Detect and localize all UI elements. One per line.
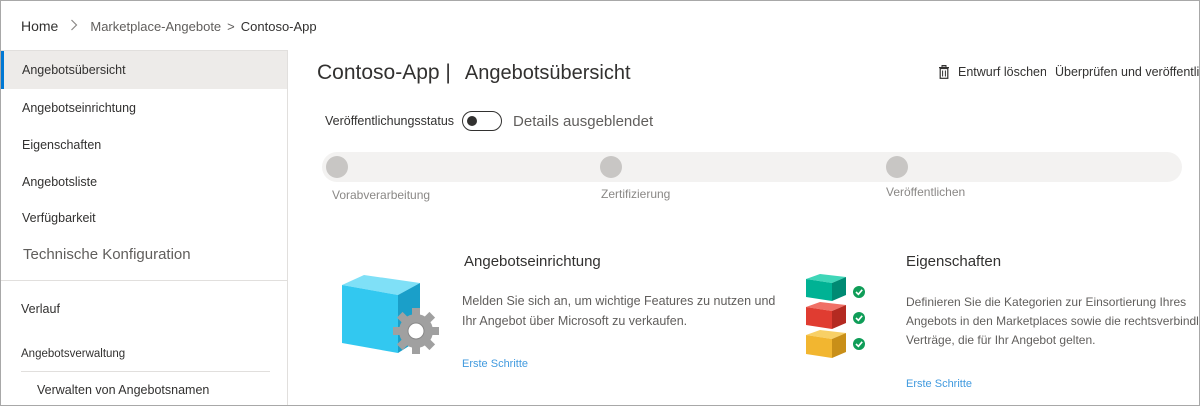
- sidebar-item-history[interactable]: Verlauf: [1, 302, 287, 316]
- breadcrumb-current[interactable]: Contoso-App: [241, 19, 317, 34]
- trash-icon: [939, 65, 949, 79]
- breadcrumb-marketplace-offers[interactable]: Marketplace-Angebote: [90, 19, 221, 34]
- page-title: Contoso-App | Angebotsübersicht: [317, 61, 631, 85]
- step-dot-certification: [600, 156, 622, 178]
- card-properties-description: Definieren Sie die Kategorien zur Einsor…: [906, 293, 1200, 350]
- step-dot-publish: [886, 156, 908, 178]
- sidebar-item-technical-configuration[interactable]: Technische Konfiguration: [1, 246, 287, 263]
- card-properties-title: Eigenschaften: [906, 253, 1002, 270]
- sidebar: Angebotsübersicht Angebotseinrichtung Ei…: [1, 50, 288, 405]
- sidebar-item-offer-listing[interactable]: Angebotsliste: [1, 175, 287, 189]
- card-properties-description-line-1: Definieren Sie die Kategorien zur Einsor…: [906, 295, 1187, 309]
- breadcrumb-home[interactable]: Home: [21, 18, 58, 34]
- publish-status-label: Veröffentlichungsstatus: [325, 114, 455, 128]
- delete-draft-button[interactable]: Entwurf löschen: [938, 65, 1048, 79]
- page-title-app: Contoso-App |: [317, 61, 451, 84]
- card-offer-setup-description: Melden Sie sich an, um wichtige Features…: [462, 291, 828, 331]
- page-title-section: Angebotsübersicht: [464, 62, 631, 84]
- breadcrumb: Home Marketplace-Angebote > Contoso-App: [1, 1, 1199, 51]
- card-properties-description-line-2: Angebots in den Marketplaces sowie die r…: [906, 314, 1200, 328]
- delete-draft-label: Entwurf löschen: [958, 65, 1047, 79]
- toggle-knob: [467, 116, 478, 126]
- card-offer-setup-title: Angebotseinrichtung: [464, 253, 601, 270]
- stacked-blocks-check-icon: [806, 274, 865, 358]
- step-label-publish: Veröffentlichen: [886, 185, 966, 199]
- card-properties-description-line-3: Verträge, die für Ihr Angebot gelten.: [906, 333, 1096, 347]
- sidebar-group-offer-management: Angebotsverwaltung: [21, 348, 126, 360]
- publish-status-row: Veröffentlichungsstatus Details ausgeble…: [325, 111, 653, 131]
- step-label-certification: Zertifizierung: [601, 187, 671, 201]
- offer-setup-get-started-link[interactable]: Erste Schritte: [462, 358, 528, 370]
- review-publish-button[interactable]: Überprüfen und veröffentlichen: [1046, 65, 1200, 79]
- breadcrumb-separator: >: [227, 18, 235, 34]
- chevron-right-icon: [70, 19, 78, 34]
- cube-gear-icon: [342, 275, 439, 354]
- sidebar-item-properties[interactable]: Eigenschaften: [1, 138, 287, 152]
- sidebar-group-divider: [21, 371, 270, 372]
- details-toggle[interactable]: [462, 111, 503, 131]
- properties-get-started-link[interactable]: Erste Schritte: [906, 378, 972, 390]
- sidebar-item-offer-setup[interactable]: Angebotseinrichtung: [1, 101, 287, 115]
- details-toggle-text: Details ausgeblendet: [513, 112, 654, 130]
- publish-progress-track: [322, 152, 1182, 182]
- sidebar-divider: [1, 280, 287, 281]
- sidebar-item-offer-overview[interactable]: Angebotsübersicht: [1, 51, 287, 89]
- step-dot-preprocessing: [326, 156, 348, 178]
- step-label-preprocessing: Vorabverarbeitung: [332, 188, 431, 202]
- card-offer-setup-description-line-1: Melden Sie sich an, um wichtige Features…: [462, 294, 776, 308]
- review-publish-label: Überprüfen und veröffentlichen: [1055, 65, 1200, 79]
- sidebar-item-manage-offer-names[interactable]: Verwalten von Angebotsnamen: [37, 383, 209, 397]
- sidebar-item-availability[interactable]: Verfügbarkeit: [1, 211, 287, 225]
- app-window: Home Marketplace-Angebote > Contoso-App …: [0, 0, 1200, 406]
- card-offer-setup-description-line-2: Ihr Angebot über Microsoft zu verkaufen.: [462, 314, 688, 328]
- main-content: Contoso-App | Angebotsübersicht Entwurf l…: [288, 51, 1200, 405]
